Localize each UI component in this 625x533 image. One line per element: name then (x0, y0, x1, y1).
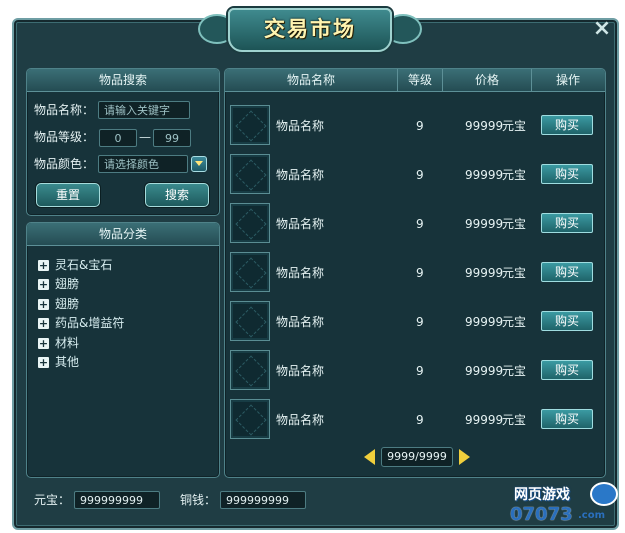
item-price: 99999 (465, 168, 504, 182)
item-currency: 元宝 (502, 119, 527, 133)
table-row: 物品名称 9 99999 元宝 购买 (230, 301, 600, 345)
item-name: 物品名称 (276, 119, 325, 133)
yuanbao-label: 元宝： (34, 493, 71, 507)
yuanbao-value: 999999999 (74, 491, 160, 509)
item-level: 9 (416, 364, 424, 378)
buy-button[interactable]: 购买 (541, 213, 593, 233)
expand-plus-icon[interactable]: + (38, 279, 49, 290)
item-currency: 元宝 (502, 315, 527, 329)
item-name: 物品名称 (276, 413, 325, 427)
item-level: 9 (416, 413, 424, 427)
item-currency: 元宝 (502, 413, 527, 427)
close-icon[interactable]: × (591, 18, 613, 40)
item-currency: 元宝 (502, 168, 527, 182)
item-slot[interactable] (230, 154, 270, 194)
level-label: 物品等级： (34, 130, 95, 144)
item-level: 9 (416, 168, 424, 182)
item-currency: 元宝 (502, 364, 527, 378)
next-page-arrow-icon[interactable] (459, 449, 470, 465)
column-header-price: 价格 (443, 69, 532, 91)
category-item[interactable]: + 药品&增益符 (38, 314, 124, 332)
page-indicator: 9999/9999 (381, 447, 453, 467)
item-slot[interactable] (230, 203, 270, 243)
item-price: 99999 (465, 364, 504, 378)
buy-button[interactable]: 购买 (541, 360, 593, 380)
item-currency: 元宝 (502, 217, 527, 231)
item-level: 9 (416, 315, 424, 329)
buy-button[interactable]: 购买 (541, 262, 593, 282)
item-name: 物品名称 (276, 364, 325, 378)
item-name: 物品名称 (276, 217, 325, 231)
item-name: 物品名称 (276, 315, 325, 329)
category-item[interactable]: + 翅膀 (38, 295, 79, 313)
category-panel-title: 物品分类 (27, 223, 219, 246)
item-slot[interactable] (230, 301, 270, 341)
item-slot[interactable] (230, 399, 270, 439)
site-watermark-logo: 网页游戏 07073 .com (510, 482, 618, 526)
item-price: 99999 (465, 217, 504, 231)
tongqian-value: 999999999 (220, 491, 306, 509)
category-item[interactable]: + 材料 (38, 334, 79, 352)
item-price: 99999 (465, 315, 504, 329)
level-max-input[interactable]: 99 (153, 129, 191, 147)
expand-plus-icon[interactable]: + (38, 357, 49, 368)
expand-plus-icon[interactable]: + (38, 299, 49, 310)
table-row: 物品名称 9 99999 元宝 购买 (230, 154, 600, 198)
item-list-panel: 物品名称 等级 价格 操作 物品名称 9 99999 元宝 购买 物品名称 9 … (224, 68, 606, 478)
item-price: 99999 (465, 119, 504, 133)
item-level: 9 (416, 119, 424, 133)
expand-plus-icon[interactable]: + (38, 318, 49, 329)
expand-plus-icon[interactable]: + (38, 260, 49, 271)
level-range-dash: — (139, 130, 151, 144)
color-select[interactable]: 请选择颜色 (98, 155, 188, 173)
column-header-level: 等级 (398, 69, 443, 91)
item-name: 物品名称 (276, 266, 325, 280)
mascot-icon (590, 482, 618, 506)
table-row: 物品名称 9 99999 元宝 购买 (230, 252, 600, 296)
item-level: 9 (416, 266, 424, 280)
buy-button[interactable]: 购买 (541, 164, 593, 184)
table-row: 物品名称 9 99999 元宝 购买 (230, 105, 600, 149)
buy-button[interactable]: 购买 (541, 311, 593, 331)
item-slot[interactable] (230, 350, 270, 390)
item-level: 9 (416, 217, 424, 231)
search-panel-title: 物品搜索 (27, 69, 219, 92)
name-search-input[interactable]: 请输入关键字 (98, 101, 190, 119)
buy-button[interactable]: 购买 (541, 409, 593, 429)
color-label: 物品颜色： (34, 157, 95, 171)
table-row: 物品名称 9 99999 元宝 购买 (230, 399, 600, 443)
table-row: 物品名称 9 99999 元宝 购买 (230, 203, 600, 247)
item-table-header: 物品名称 等级 价格 操作 (225, 69, 605, 92)
search-button[interactable]: 搜索 (145, 183, 209, 207)
column-header-name: 物品名称 (225, 69, 398, 91)
category-item[interactable]: + 灵石&宝石 (38, 256, 112, 274)
name-label: 物品名称： (34, 103, 95, 117)
level-min-input[interactable]: 0 (99, 129, 137, 147)
item-price: 99999 (465, 413, 504, 427)
column-header-action: 操作 (555, 73, 580, 87)
chevron-down-icon[interactable] (191, 156, 207, 172)
prev-page-arrow-icon[interactable] (364, 449, 375, 465)
item-name: 物品名称 (276, 168, 325, 182)
category-item[interactable]: + 翅膀 (38, 275, 79, 293)
expand-plus-icon[interactable]: + (38, 338, 49, 349)
item-currency: 元宝 (502, 266, 527, 280)
reset-button[interactable]: 重置 (36, 183, 100, 207)
buy-button[interactable]: 购买 (541, 115, 593, 135)
item-slot[interactable] (230, 252, 270, 292)
window-title: 交易市场 (228, 8, 392, 52)
table-row: 物品名称 9 99999 元宝 购买 (230, 350, 600, 394)
category-item[interactable]: + 其他 (38, 353, 79, 371)
item-price: 99999 (465, 266, 504, 280)
item-slot[interactable] (230, 105, 270, 145)
tongqian-label: 铜钱： (180, 493, 217, 507)
